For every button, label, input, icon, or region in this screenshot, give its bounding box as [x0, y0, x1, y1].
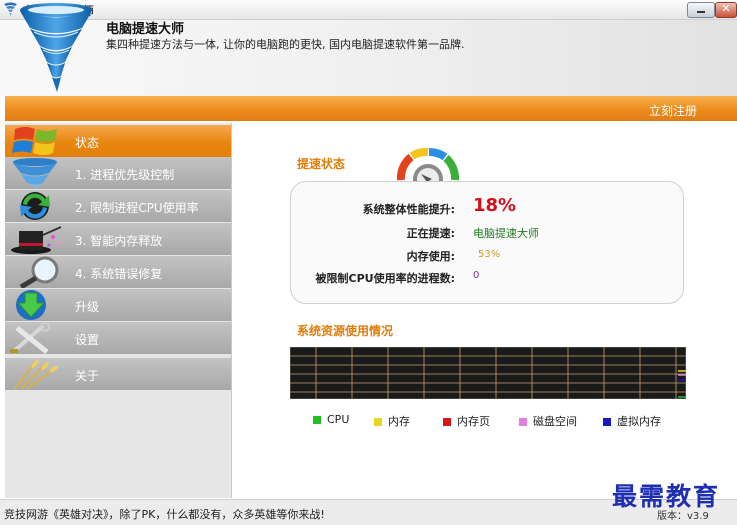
legend-swatch: [313, 416, 321, 424]
sidebar-item-label: 状态: [75, 136, 100, 150]
legend-label: 磁盘空间: [533, 415, 577, 428]
limited-process-count-label: 被限制CPU使用率的进程数:: [315, 272, 455, 285]
windows-flag-icon: [12, 127, 57, 155]
sidebar: 状态 1. 进程优先级控制 2. 限制进程CPU使用率 3. 智能内存释放 4.…: [5, 123, 232, 498]
wheat-icon: [14, 359, 59, 390]
sidebar-item-label: 升级: [75, 300, 100, 314]
legend-label: 内存页: [457, 415, 490, 428]
tornado-icon: [13, 158, 57, 189]
tools-icon: [10, 322, 50, 354]
sidebar-item-settings[interactable]: 设置: [5, 322, 231, 354]
section-title-resources: 系统资源使用情况: [297, 324, 394, 338]
download-arrow-icon: [16, 290, 46, 320]
sidebar-item-label: 3. 智能内存释放: [75, 234, 163, 248]
minimize-button[interactable]: [687, 2, 715, 18]
sidebar-item-process-priority[interactable]: 1. 进程优先级控制: [5, 157, 231, 189]
main-content: [232, 123, 737, 498]
sidebar-item-cpu-limit[interactable]: 2. 限制进程CPU使用率: [5, 190, 231, 222]
app-slogan: 集四种提速方法与一体, 让你的电脑跑的更快, 国内电脑提速软件第一品牌.: [106, 38, 465, 51]
accel-value: 电脑提速大师: [473, 227, 539, 240]
perf-value: 18%: [473, 195, 517, 216]
gauge-icon: [397, 147, 459, 182]
sidebar-item-label: 设置: [75, 333, 100, 347]
magnifier-icon: [19, 256, 59, 288]
legend-label: CPU: [327, 413, 350, 426]
minimize-icon: [697, 11, 705, 13]
sidebar-item-label: 1. 进程优先级控制: [75, 168, 175, 182]
memory-usage-value: 53%: [478, 249, 501, 260]
legend-swatch: [443, 418, 451, 426]
title-bar: [0, 0, 737, 20]
section-title-status: 提速状态: [297, 157, 346, 171]
legend-label: 虚拟内存: [617, 415, 661, 428]
refresh-arrows-icon: [20, 192, 50, 220]
legend-item-disk-space: 磁盘空间: [519, 413, 577, 429]
sidebar-item-memory-release[interactable]: 3. 智能内存释放: [5, 223, 231, 255]
legend-item-cpu: CPU: [313, 413, 349, 426]
legend-item-memory: 内存: [374, 413, 410, 429]
legend-label: 内存: [388, 415, 410, 428]
accel-label: 正在提速:: [406, 227, 455, 240]
sidebar-item-label: 关于: [75, 369, 100, 383]
register-link[interactable]: 立刻注册: [649, 102, 697, 119]
sidebar-item-status[interactable]: 状态: [5, 125, 231, 157]
sidebar-item-label: 4. 系统错误修复: [75, 267, 163, 281]
orange-toolbar: 立刻注册: [5, 96, 737, 121]
limited-process-count-value: 0: [473, 270, 480, 281]
ad-banner-text[interactable]: 竞技网游《英雄对决》，除了PK，什么都没有，众多英雄等你来战!: [4, 506, 325, 522]
legend-swatch: [519, 418, 527, 426]
sidebar-item-about[interactable]: 关于: [5, 358, 231, 390]
magic-hat-icon: [11, 226, 62, 254]
tornado-logo: [20, 3, 92, 92]
sidebar-item-upgrade[interactable]: 升级: [5, 289, 231, 321]
legend-item-virtual-memory: 虚拟内存: [603, 413, 661, 429]
memory-usage-label: 内存使用:: [406, 250, 455, 263]
legend-swatch: [374, 418, 382, 426]
sidebar-item-error-repair[interactable]: 4. 系统错误修复: [5, 256, 231, 288]
watermark-text: 最需教育: [612, 482, 721, 511]
sidebar-item-label: 2. 限制进程CPU使用率: [75, 201, 199, 215]
legend-swatch: [603, 418, 611, 426]
legend-item-memory-page: 内存页: [443, 413, 490, 429]
resource-usage-graph: [290, 347, 686, 399]
close-icon: ✕: [721, 2, 731, 15]
app-name: 电脑提速大师: [106, 22, 185, 37]
close-button[interactable]: ✕: [715, 2, 737, 18]
perf-label: 系统整体性能提升:: [362, 203, 455, 216]
